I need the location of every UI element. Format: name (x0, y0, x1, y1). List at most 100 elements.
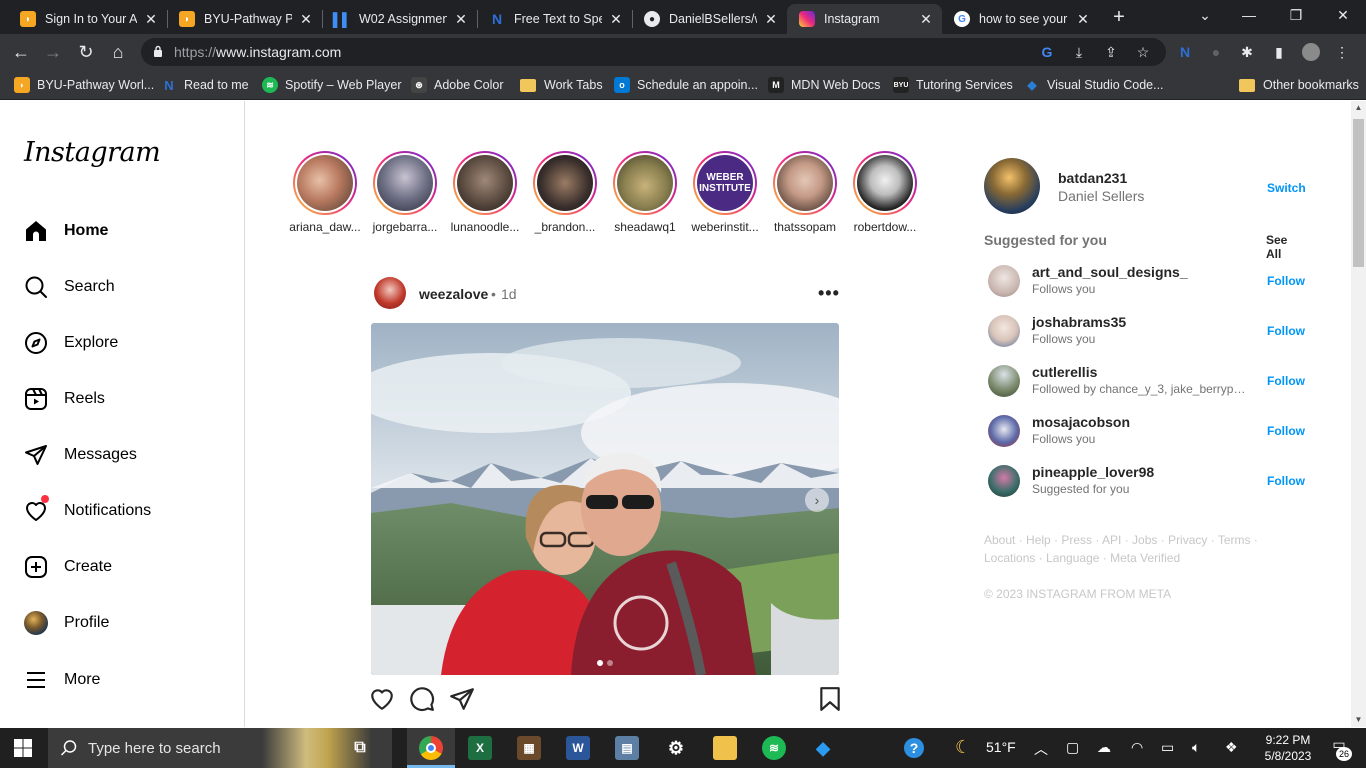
spotify-icon[interactable]: ≋ (762, 736, 786, 760)
like-heart-icon[interactable] (369, 686, 395, 712)
scroll-down-arrow-icon[interactable]: ▼ (1351, 713, 1366, 727)
share-icon[interactable]: ⇪ (1103, 44, 1119, 60)
tab-instagram[interactable]: Instagram ✕ (787, 4, 942, 34)
vscode-icon[interactable]: ◆ (811, 736, 835, 760)
follow-button[interactable]: Follow (1267, 424, 1305, 438)
minecraft-icon[interactable]: ▦ (517, 736, 541, 760)
calculator-icon[interactable]: ▤ (615, 736, 639, 760)
onedrive-error-icon[interactable]: ☁ (1097, 739, 1111, 756)
story-item[interactable]: thatssopam (769, 151, 841, 234)
word-icon[interactable]: W (566, 736, 590, 760)
weather-moon-icon[interactable]: ☾ (955, 737, 971, 758)
help-icon[interactable]: ? (904, 738, 924, 758)
close-tab-icon[interactable]: ✕ (608, 11, 624, 28)
bookmark-star-icon[interactable]: ☆ (1135, 44, 1151, 60)
suggestion-avatar[interactable] (988, 315, 1020, 347)
new-tab-button[interactable]: + (1109, 4, 1129, 30)
bookmark-byu-pathway[interactable]: ◗ BYU-Pathway Worl... (14, 76, 154, 94)
extension-icon[interactable]: ● (1207, 43, 1225, 61)
chrome-menu-icon[interactable]: ⋮ (1333, 43, 1351, 61)
nav-messages[interactable]: Messages (24, 440, 137, 470)
bookmark-work-tabs[interactable]: Work Tabs (520, 76, 603, 94)
bookmark-mdn[interactable]: M MDN Web Docs (768, 76, 880, 94)
footer-links[interactable]: About · Help · Press · API · Jobs · Priv… (984, 531, 1304, 567)
bookmark-spotify[interactable]: ≋ Spotify – Web Player (262, 76, 402, 94)
switch-account-button[interactable]: Switch (1267, 181, 1306, 195)
bookmark-schedule[interactable]: o Schedule an appoin... (614, 76, 758, 94)
nav-search[interactable]: Search (24, 272, 115, 302)
tab-w02-assignment[interactable]: ▌▌ W02 Assignment ✕ (322, 4, 477, 34)
suggestion-username[interactable]: mosajacobson (1032, 414, 1130, 430)
post-timestamp[interactable]: 1d (501, 286, 517, 302)
side-panel-icon[interactable]: ▮ (1270, 43, 1288, 61)
scroll-up-arrow-icon[interactable]: ▲ (1351, 101, 1366, 115)
tab-github[interactable]: ● DanielBSellers/wdd ✕ (632, 4, 787, 34)
instagram-logo[interactable]: Instagram (24, 137, 161, 168)
tab-search-chevron-icon[interactable]: ⌄ (1182, 0, 1228, 30)
story-item[interactable]: WEBER INSTITUTE weberinstit... (689, 151, 761, 234)
suggestion-avatar[interactable] (988, 365, 1020, 397)
address-bar[interactable]: https://www.instagram.com G ⤓ ⇪ ☆ (141, 38, 1166, 66)
install-app-icon[interactable]: ⤓ (1071, 44, 1087, 60)
profile-avatar-icon[interactable] (1302, 43, 1320, 61)
story-item[interactable]: robertdow... (849, 151, 921, 234)
bookmark-adobe-color[interactable]: ⊛ Adobe Color (411, 76, 504, 94)
follow-button[interactable]: Follow (1267, 374, 1305, 388)
suggestion-username[interactable]: pineapple_lover98 (1032, 464, 1154, 480)
wifi-icon[interactable]: ◠ (1131, 739, 1143, 756)
tab-byu-signin[interactable]: ◗ Sign In to Your Account ✕ (8, 4, 167, 34)
task-view-icon[interactable]: ⧉ (348, 736, 372, 760)
nav-more[interactable]: More (24, 665, 100, 695)
share-send-icon[interactable] (449, 686, 475, 712)
extensions-puzzle-icon[interactable]: ✱ (1238, 43, 1256, 61)
carousel-next-icon[interactable]: › (805, 488, 829, 512)
system-clock[interactable]: 9:22 PM 5/8/2023 (1258, 732, 1318, 764)
chrome-icon[interactable] (419, 736, 443, 760)
suggestion-avatar[interactable] (988, 415, 1020, 447)
follow-button[interactable]: Follow (1267, 474, 1305, 488)
bookmark-vscode[interactable]: ◆ Visual Studio Code... (1024, 76, 1163, 94)
follow-button[interactable]: Follow (1267, 274, 1305, 288)
save-bookmark-icon[interactable] (817, 686, 843, 712)
excel-icon[interactable]: X (468, 736, 492, 760)
naturalreader-extension-icon[interactable]: N (1176, 43, 1194, 61)
suggestion-avatar[interactable] (988, 265, 1020, 297)
close-tab-icon[interactable]: ✕ (143, 11, 159, 28)
story-item[interactable]: sheadawq1 (609, 151, 681, 234)
see-all-link[interactable]: See All (1266, 233, 1304, 261)
post-author-avatar[interactable] (374, 277, 406, 309)
current-user-avatar[interactable] (984, 158, 1040, 214)
close-tab-icon[interactable]: ✕ (298, 11, 314, 28)
dropbox-icon[interactable]: ❖ (1225, 739, 1238, 756)
close-tab-icon[interactable]: ✕ (453, 11, 469, 28)
story-item[interactable]: lunanoodle... (449, 151, 521, 234)
other-bookmarks[interactable]: Other bookmarks (1239, 76, 1359, 94)
close-tab-icon[interactable]: ✕ (763, 11, 779, 28)
reload-icon[interactable]: ↻ (74, 40, 98, 64)
windows-start-icon[interactable] (14, 739, 32, 757)
forward-arrow-icon[interactable]: → (41, 40, 65, 64)
restore-icon[interactable]: ❐ (1273, 0, 1319, 30)
bookmark-tutoring[interactable]: BYU Tutoring Services (893, 76, 1013, 94)
back-arrow-icon[interactable]: ← (9, 40, 33, 64)
weather-temperature[interactable]: 51°F (986, 739, 1016, 755)
suggestion-username[interactable]: joshabrams35 (1032, 314, 1126, 330)
suggestion-username[interactable]: art_and_soul_designs_ (1032, 264, 1188, 280)
post-image[interactable]: › (371, 323, 839, 675)
story-item[interactable]: ariana_daw... (289, 151, 361, 234)
tab-text-to-speech[interactable]: N Free Text to Speech ✕ (477, 4, 632, 34)
page-scrollbar[interactable]: ▲ ▼ (1351, 101, 1366, 727)
suggestion-avatar[interactable] (988, 465, 1020, 497)
settings-gear-icon[interactable]: ⚙ (664, 736, 688, 760)
meet-now-icon[interactable]: ▢ (1066, 739, 1079, 756)
tab-byu-portal[interactable]: ◗ BYU-Pathway Portal ✕ (167, 4, 322, 34)
nav-profile[interactable]: Profile (24, 608, 109, 638)
show-hidden-icons-chevron[interactable]: ︿ (1034, 739, 1048, 759)
google-lens-icon[interactable]: G (1039, 44, 1055, 60)
current-username[interactable]: batdan231 (1058, 170, 1127, 186)
scrollbar-thumb[interactable] (1353, 119, 1364, 267)
nav-home[interactable]: Home (24, 216, 108, 246)
taskbar-search-box[interactable]: Type here to search (48, 728, 392, 768)
story-item[interactable]: _brandon... (529, 151, 601, 234)
nav-reels[interactable]: Reels (24, 384, 105, 414)
